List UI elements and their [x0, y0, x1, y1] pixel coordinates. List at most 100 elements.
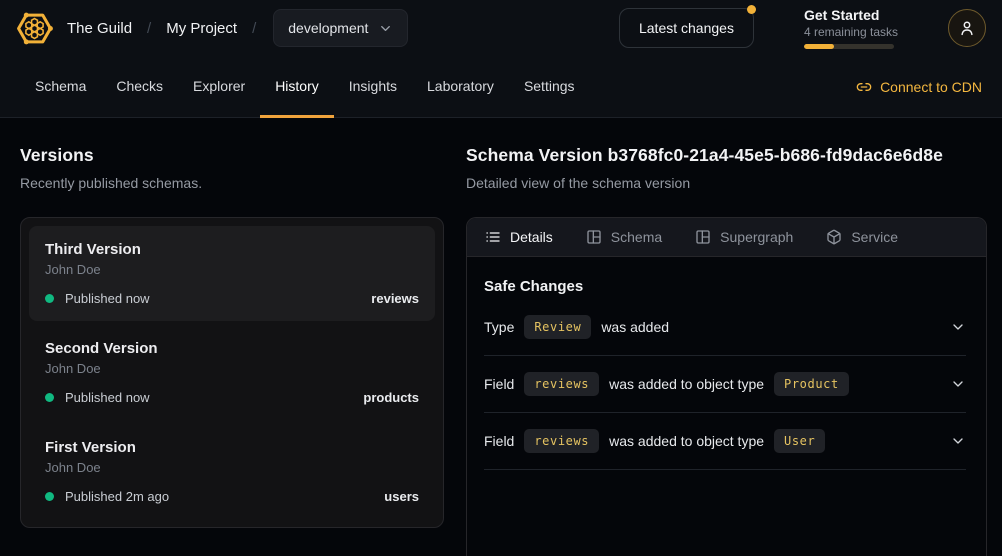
chevron-down-icon[interactable] [950, 376, 966, 392]
code-badge: reviews [524, 429, 599, 453]
content: Versions Recently published schemas. Thi… [0, 118, 1002, 556]
environment-value: development [288, 20, 368, 36]
code-badge: reviews [524, 372, 599, 396]
chevron-down-icon [378, 21, 393, 36]
schema-version-panel: Details Schema Supergraph Service Safe Chan… [466, 217, 987, 556]
detail-tab-schema[interactable]: Schema [586, 229, 662, 245]
panels-icon [695, 229, 711, 245]
schema-change-description: Fieldreviewswas added to object typeUser [484, 429, 825, 453]
version-service-name: reviews [371, 291, 419, 306]
schema-change-description: Type Review was added [484, 315, 669, 339]
list-icon [485, 229, 501, 245]
detail-body: Safe Changes Type Review was added Field rev… [467, 257, 986, 470]
nav-tab-checks[interactable]: Checks [101, 56, 178, 118]
connect-to-cdn-link[interactable]: Connect to CDN [856, 56, 982, 117]
detail-tabs: Details Schema Supergraph Service [467, 218, 986, 257]
box-icon [826, 229, 842, 245]
versions-subtitle: Recently published schemas. [20, 175, 444, 191]
detail-tab-service[interactable]: Service [826, 229, 898, 245]
schema-version-title: Schema Version b3768fc0-21a4-45e5-b686-f… [466, 145, 987, 166]
breadcrumb-separator: / [252, 20, 256, 37]
version-name: First Version [45, 439, 419, 456]
schema-change-row[interactable]: Type Review was added [484, 299, 966, 356]
breadcrumb-project[interactable]: My Project [166, 20, 237, 37]
version-service-name: users [384, 489, 419, 504]
version-item[interactable]: First VersionJohn DoePublished 2m agouse… [29, 424, 435, 519]
change-text: Type [484, 319, 514, 335]
change-text: Field [484, 376, 514, 392]
version-name: Second Version [45, 340, 419, 357]
progress-bar [804, 44, 894, 49]
nav-tabs: SchemaChecksExplorerHistoryInsightsLabor… [20, 56, 590, 117]
versions-column: Versions Recently published schemas. Thi… [20, 145, 444, 556]
published-status-text: Published 2m ago [65, 489, 169, 504]
version-name: Third Version [45, 241, 419, 258]
schema-change-description: Field reviews was added to object type Prod… [484, 372, 849, 396]
change-text: was added to object type [609, 376, 764, 392]
get-started-widget[interactable]: Get Started 4 remaining tasks [804, 7, 898, 49]
link-icon [856, 79, 872, 95]
notification-dot-icon [747, 5, 756, 14]
version-status: Published now [45, 390, 150, 405]
version-item[interactable]: Second Version John Doe Published now produ… [29, 325, 435, 420]
detail-tab-label: Details [510, 229, 553, 245]
schema-version-subtitle: Detailed view of the schema version [466, 175, 987, 191]
version-status: Published now [45, 291, 150, 306]
published-status-text: Published now [65, 390, 150, 405]
breadcrumb: The Guild / My Project / development [67, 9, 408, 47]
nav-tab-history[interactable]: History [260, 56, 334, 118]
version-list: Third Version John Doe Published now review… [20, 217, 444, 528]
progress-fill [804, 44, 834, 49]
nav-tab-explorer[interactable]: Explorer [178, 56, 260, 118]
change-list: Type Review was added Field reviews was added… [484, 299, 966, 470]
top-bar: The Guild / My Project / development Lat… [0, 0, 1002, 56]
version-meta: Published 2m ago users [45, 489, 419, 504]
detail-tab-details[interactable]: Details [485, 229, 553, 245]
get-started-subtitle: 4 remaining tasks [804, 25, 898, 39]
safe-changes-title: Safe Changes [484, 278, 966, 295]
code-badge: Review [524, 315, 591, 339]
latest-changes-label: Latest changes [639, 20, 734, 36]
nav-tab-insights[interactable]: Insights [334, 56, 412, 118]
version-author: John Doe [45, 361, 419, 376]
schema-version-column: Schema Version b3768fc0-21a4-45e5-b686-f… [466, 145, 987, 556]
version-item[interactable]: Third Version John Doe Published now review… [29, 226, 435, 321]
nav-tab-schema[interactable]: Schema [20, 56, 101, 118]
change-text: Field [484, 433, 514, 449]
version-service-name: products [363, 390, 419, 405]
get-started-title: Get Started [804, 7, 898, 23]
change-text: was added to object type [609, 433, 764, 449]
nav-tab-laboratory[interactable]: Laboratory [412, 56, 509, 118]
breadcrumb-org[interactable]: The Guild [67, 20, 132, 37]
version-status: Published 2m ago [45, 489, 169, 504]
user-icon [958, 19, 976, 37]
connect-to-cdn-label: Connect to CDN [880, 79, 982, 95]
version-meta: Published now reviews [45, 291, 419, 306]
hive-logo-icon[interactable] [16, 10, 53, 47]
version-meta: Published now products [45, 390, 419, 405]
detail-tab-supergraph[interactable]: Supergraph [695, 229, 793, 245]
schema-change-row[interactable]: Fieldreviewswas added to object typeUser [484, 413, 966, 470]
versions-title: Versions [20, 145, 444, 166]
chevron-down-icon[interactable] [950, 319, 966, 335]
detail-tab-label: Schema [611, 229, 662, 245]
detail-tab-label: Supergraph [720, 229, 793, 245]
change-text: was added [601, 319, 669, 335]
published-status-text: Published now [65, 291, 150, 306]
published-status-dot-icon [45, 393, 54, 402]
user-avatar[interactable] [948, 9, 986, 47]
chevron-down-icon[interactable] [950, 433, 966, 449]
hive-app: The Guild / My Project / development Lat… [0, 0, 1002, 556]
main-nav: SchemaChecksExplorerHistoryInsightsLabor… [0, 56, 1002, 118]
version-author: John Doe [45, 262, 419, 277]
schema-change-row[interactable]: Field reviews was added to object type Prod… [484, 356, 966, 413]
environment-dropdown[interactable]: development [273, 9, 408, 47]
header-right: Latest changes Get Started 4 remaining t… [619, 7, 986, 49]
code-badge: Product [774, 372, 849, 396]
nav-tab-settings[interactable]: Settings [509, 56, 590, 118]
latest-changes-button[interactable]: Latest changes [619, 8, 754, 48]
detail-tab-label: Service [851, 229, 898, 245]
published-status-dot-icon [45, 294, 54, 303]
breadcrumb-separator: / [147, 20, 151, 37]
published-status-dot-icon [45, 492, 54, 501]
